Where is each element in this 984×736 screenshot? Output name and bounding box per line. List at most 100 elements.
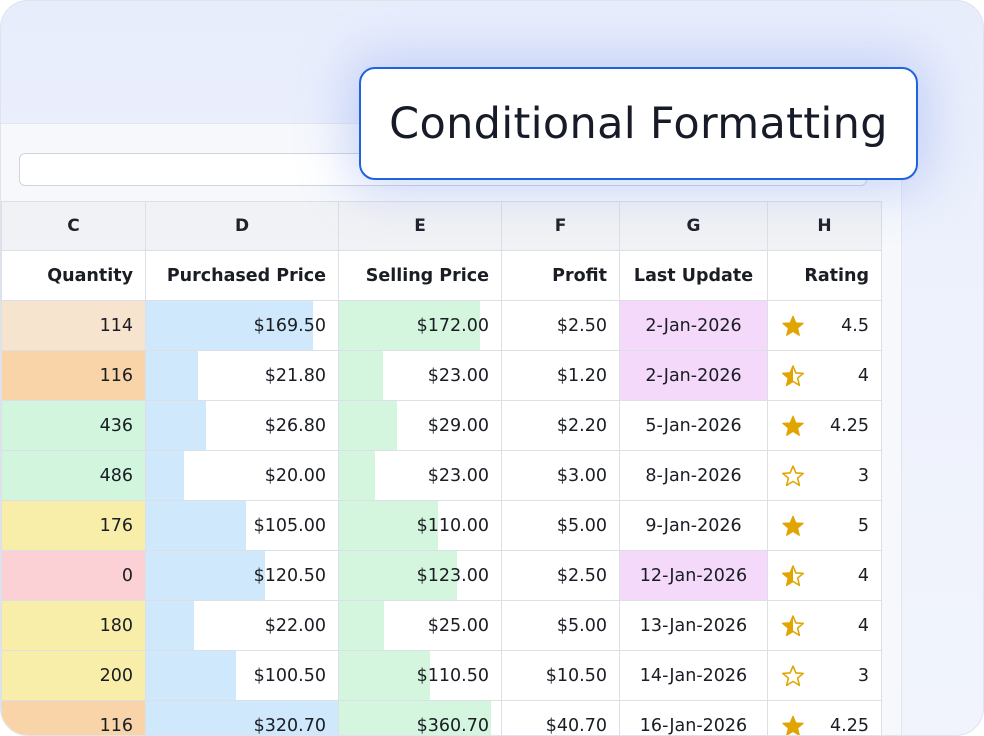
cell-profit[interactable]: $10.50 [501,650,620,701]
rating-value: 4.25 [830,715,869,736]
cell-selling-price[interactable]: $23.00 [338,350,502,401]
cell-last-update[interactable]: 2-Jan-2026 [619,350,768,401]
cell-quantity[interactable]: 0 [1,550,146,601]
cell-profit[interactable]: $2.50 [501,300,620,351]
column-header-c[interactable]: C [1,201,146,251]
cell-last-update[interactable]: 9-Jan-2026 [619,500,768,551]
data-bar-purchased [146,451,185,500]
cell-rating[interactable]: 4 [767,600,882,651]
cell-purchased-price[interactable]: $100.50 [145,650,339,701]
cell-profit[interactable]: $3.00 [501,450,620,501]
purchased-price-value: $120.50 [253,565,326,586]
data-bar-purchased [146,601,194,650]
cell-purchased-price[interactable]: $26.80 [145,400,339,451]
field-header-profit[interactable]: Profit [501,250,620,301]
cell-purchased-price[interactable]: $20.00 [145,450,339,501]
cell-purchased-price[interactable]: $320.70 [145,700,339,736]
cell-last-update[interactable]: 13-Jan-2026 [619,600,768,651]
profit-value: $2.50 [556,565,607,586]
purchased-price-value: $26.80 [264,415,326,436]
cell-profit[interactable]: $5.00 [501,500,620,551]
cell-quantity[interactable]: 486 [1,450,146,501]
quantity-value: 176 [99,515,133,536]
purchased-price-value: $169.50 [253,315,326,336]
column-header-g[interactable]: G [619,201,768,251]
cell-last-update[interactable]: 8-Jan-2026 [619,450,768,501]
purchased-price-value: $320.70 [253,715,326,736]
rating-value: 3 [857,665,869,686]
cell-last-update[interactable]: 16-Jan-2026 [619,700,768,736]
cell-last-update[interactable]: 14-Jan-2026 [619,650,768,701]
table-row: 486 $20.00 $23.00 $3.00 8-Jan-2026 3 [1,450,882,501]
cell-purchased-price[interactable]: $169.50 [145,300,339,351]
cell-purchased-price[interactable]: $120.50 [145,550,339,601]
last-update-value: 9-Jan-2026 [645,515,742,536]
feature-title: Conditional Formatting [389,98,888,149]
cell-rating[interactable]: 4 [767,350,882,401]
star-empty-icon [782,652,804,700]
cell-rating[interactable]: 4 [767,550,882,601]
column-header-d[interactable]: D [145,201,339,251]
last-update-value: 16-Jan-2026 [639,715,748,736]
cell-profit[interactable]: $2.20 [501,400,620,451]
cell-quantity[interactable]: 200 [1,650,146,701]
cell-rating[interactable]: 4.25 [767,400,882,451]
cell-selling-price[interactable]: $25.00 [338,600,502,651]
quantity-value: 486 [99,465,133,486]
field-header-rating[interactable]: Rating [767,250,882,301]
cell-quantity[interactable]: 114 [1,300,146,351]
selling-price-value: $110.50 [416,665,489,686]
star-half-icon [782,602,804,650]
data-bar-selling [339,401,398,450]
cell-purchased-price[interactable]: $21.80 [145,350,339,401]
cell-last-update[interactable]: 12-Jan-2026 [619,550,768,601]
cell-purchased-price[interactable]: $105.00 [145,500,339,551]
cell-quantity[interactable]: 176 [1,500,146,551]
cell-selling-price[interactable]: $172.00 [338,300,502,351]
cell-last-update[interactable]: 2-Jan-2026 [619,300,768,351]
cell-profit[interactable]: $1.20 [501,350,620,401]
cell-rating[interactable]: 3 [767,450,882,501]
cell-rating[interactable]: 4.5 [767,300,882,351]
last-update-value: 5-Jan-2026 [645,415,742,436]
cell-profit[interactable]: $2.50 [501,550,620,601]
cell-selling-price[interactable]: $29.00 [338,400,502,451]
field-header-quantity[interactable]: Quantity [1,250,146,301]
cell-selling-price[interactable]: $23.00 [338,450,502,501]
field-header-purchased-price[interactable]: Purchased Price [145,250,339,301]
cell-selling-price[interactable]: $110.00 [338,500,502,551]
table-row: 180 $22.00 $25.00 $5.00 13-Jan-2026 4 [1,600,882,651]
star-filled-icon [782,302,804,350]
column-header-h[interactable]: H [767,201,882,251]
cell-profit[interactable]: $40.70 [501,700,620,736]
cell-rating[interactable]: 4.25 [767,700,882,736]
table-row: 116 $320.70 $360.70 $40.70 16-Jan-2026 4.25 [1,700,882,736]
star-empty-icon [782,452,804,500]
cell-rating[interactable]: 3 [767,650,882,701]
app-frame: C D E F G H Quantity Purchased Price Sel… [0,0,984,736]
grid-body: 114 $169.50 $172.00 $2.50 2-Jan-2026 4.5 116 $2… [1,300,882,736]
profit-value: $40.70 [545,715,607,736]
column-header-row: C D E F G H [1,201,882,251]
cell-quantity[interactable]: 116 [1,350,146,401]
field-header-last-update[interactable]: Last Update [619,250,768,301]
table-row: 114 $169.50 $172.00 $2.50 2-Jan-2026 4.5 [1,300,882,351]
column-header-e[interactable]: E [338,201,502,251]
cell-quantity[interactable]: 116 [1,700,146,735]
cell-rating[interactable]: 5 [767,500,882,551]
cell-selling-price[interactable]: $360.70 [338,700,502,735]
rating-value: 4 [857,615,869,636]
column-header-f[interactable]: F [501,201,620,251]
cell-selling-price[interactable]: $110.50 [338,650,502,701]
cell-purchased-price[interactable]: $22.00 [145,600,339,651]
data-bar-purchased [146,401,206,450]
selling-price-value: $25.00 [427,615,489,636]
rating-value: 4 [857,365,869,386]
field-header-selling-price[interactable]: Selling Price [338,250,502,301]
cell-quantity[interactable]: 436 [1,400,146,451]
cell-profit[interactable]: $5.00 [501,600,620,651]
cell-selling-price[interactable]: $123.00 [338,550,502,601]
rating-value: 4.5 [841,315,869,336]
cell-quantity[interactable]: 180 [1,600,146,651]
cell-last-update[interactable]: 5-Jan-2026 [619,400,768,451]
